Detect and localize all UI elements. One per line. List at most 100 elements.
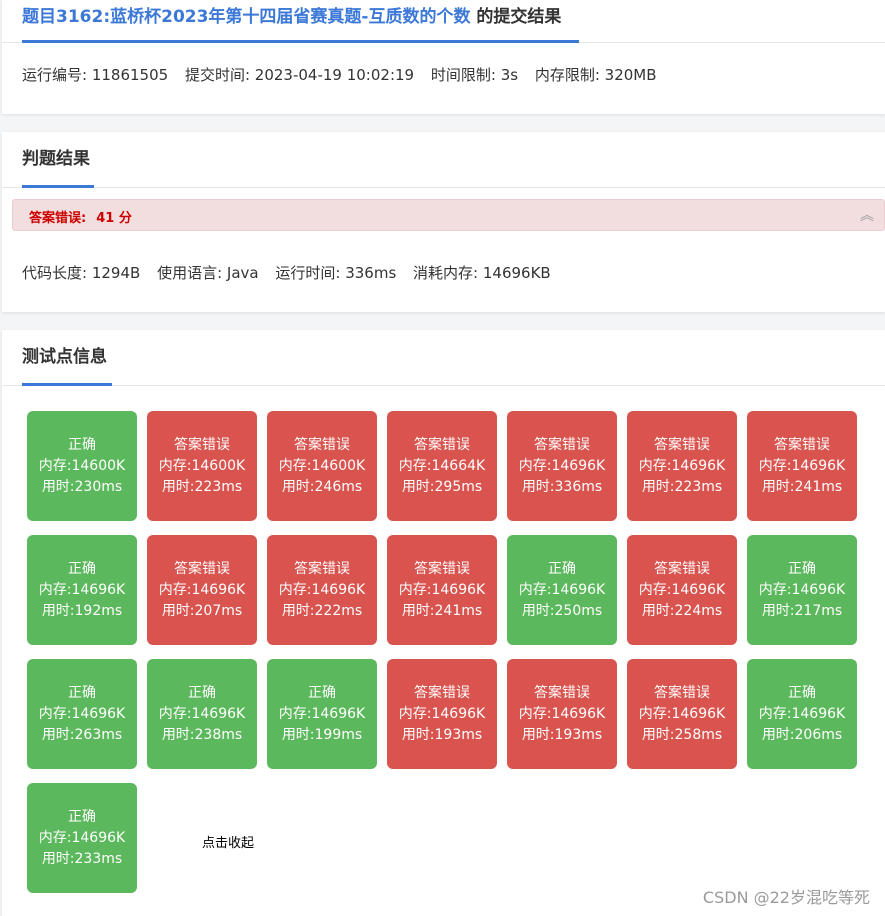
test-case-time: 用时:199ms	[281, 726, 363, 743]
test-case-tile[interactable]: 正确内存:14696K 用时:238ms	[147, 659, 257, 769]
test-case-tile[interactable]: 答案错误 内存:14696K 用时:241ms	[747, 411, 857, 521]
test-case-tile[interactable]: 答案错误内存:14696K 用时:222ms	[267, 535, 377, 645]
test-case-time: 用时:223ms	[161, 478, 243, 495]
test-case-memory: 内存:14696K	[518, 457, 606, 474]
problem-link[interactable]: 题目3162:蓝桥杯2023年第十四届省赛真题-互质数的个数	[22, 7, 470, 27]
test-case-tile[interactable]: 答案错误 内存:14696K 用时:224ms	[627, 535, 737, 645]
test-case-memory: 内存:14696K	[758, 581, 846, 598]
test-case-memory: 内存:14696K	[638, 457, 726, 474]
test-case-time: 用时:193ms	[401, 726, 483, 743]
test-case-time: 用时:207ms	[161, 602, 243, 619]
test-case-tile[interactable]: 正确 内存:14696K 用时:217ms	[747, 535, 857, 645]
test-case-status: 正确	[188, 684, 216, 701]
test-case-status: 答案错误	[534, 436, 590, 453]
test-case-memory: 内存:14696K	[398, 581, 486, 598]
test-case-tile[interactable]: 答案错误 内存:14664K 用时:295ms	[387, 411, 497, 521]
test-case-status: 答案错误	[414, 560, 470, 577]
judge-header: 判题结果	[2, 132, 885, 188]
test-case-memory: 内存:14696K	[518, 581, 606, 598]
test-case-memory: 内存:14696K	[278, 581, 366, 598]
test-case-status: 正确	[308, 684, 336, 701]
test-case-memory: 内存:14696K	[158, 705, 246, 722]
test-case-time: 用时:295ms	[401, 478, 483, 495]
result-bar[interactable]: 答案错误: 41 分 ︽	[12, 199, 885, 231]
test-case-tile[interactable]: 正确内存:14696K 用时:206ms	[747, 659, 857, 769]
time-limit: 时间限制: 3s	[430, 66, 519, 84]
test-case-time: 用时:241ms	[401, 602, 483, 619]
test-case-tile[interactable]: 答案错误内存:14696K 用时:336ms	[507, 411, 617, 521]
result-score: 41 分	[96, 211, 132, 226]
run-time: 运行时间: 336ms	[275, 264, 397, 282]
test-case-tile[interactable]: 答案错误 内存:14600K 用时:246ms	[267, 411, 377, 521]
tests-header: 测试点信息	[2, 330, 885, 386]
judge-info: 代码长度: 1294B 使用语言: Java 运行时间: 336ms 消耗内存:…	[22, 262, 563, 283]
tests-heading: 测试点信息	[22, 347, 107, 367]
test-case-status: 答案错误	[534, 684, 590, 701]
test-case-memory: 内存:14696K	[278, 705, 366, 722]
judge-heading: 判题结果	[22, 149, 90, 169]
result-summary: 答案错误: 41 分	[29, 207, 132, 226]
test-case-tile[interactable]: 正确内存:14696K 用时:250ms	[507, 535, 617, 645]
test-case-tile[interactable]: 答案错误 内存:14696K 用时:193ms	[387, 659, 497, 769]
test-case-tile[interactable]: 正确内存:14696K 用时:263ms	[27, 659, 137, 769]
collapse-link[interactable]: 点击收起	[173, 832, 283, 851]
test-case-tile[interactable]: 正确内存:14696K 用时:199ms	[267, 659, 377, 769]
test-case-status: 答案错误	[174, 436, 230, 453]
double-chevron-up-icon[interactable]: ︽	[860, 205, 874, 225]
test-case-tile[interactable]: 答案错误内存:14696K 用时:241ms	[387, 535, 497, 645]
test-case-status: 正确	[68, 808, 96, 825]
test-case-time: 用时:206ms	[761, 726, 843, 743]
test-case-status: 答案错误	[774, 436, 830, 453]
submission-card: 题目3162:蓝桥杯2023年第十四届省赛真题-互质数的个数 的提交结果 运行编…	[2, 0, 885, 114]
test-case-time: 用时:217ms	[761, 602, 843, 619]
title-underline	[22, 40, 579, 43]
test-case-memory: 内存:14600K	[38, 457, 126, 474]
test-case-memory: 内存:14664K	[398, 457, 486, 474]
test-case-status: 答案错误	[414, 684, 470, 701]
test-case-memory: 内存:14600K	[158, 457, 246, 474]
test-case-time: 用时:192ms	[41, 602, 123, 619]
test-case-tile[interactable]: 答案错误内存:14696K 用时:193ms	[507, 659, 617, 769]
test-case-tile[interactable]: 正确 内存:14696K 用时:233ms	[27, 783, 137, 893]
run-id: 运行编号: 11861505	[22, 66, 169, 84]
test-case-memory: 内存:14696K	[758, 705, 846, 722]
test-case-status: 答案错误	[654, 560, 710, 577]
test-case-time: 用时:250ms	[521, 602, 603, 619]
test-case-tile[interactable]: 正确内存:14696K 用时:192ms	[27, 535, 137, 645]
test-case-status: 正确	[68, 684, 96, 701]
test-case-time: 用时:241ms	[761, 478, 843, 495]
watermark: CSDN @22岁混吃等死	[702, 888, 870, 907]
test-case-time: 用时:263ms	[41, 726, 123, 743]
test-case-time: 用时:222ms	[281, 602, 363, 619]
test-case-memory: 内存:14696K	[38, 705, 126, 722]
test-case-status: 答案错误	[294, 436, 350, 453]
test-case-time: 用时:230ms	[41, 478, 123, 495]
test-case-tile[interactable]: 答案错误 内存:14696K 用时:207ms	[147, 535, 257, 645]
test-case-status: 正确	[548, 560, 576, 577]
test-case-memory: 内存:14696K	[518, 705, 606, 722]
test-case-time: 用时:336ms	[521, 478, 603, 495]
judge-card: 判题结果 答案错误: 41 分 ︽ 代码长度: 1294B 使用语言: Java …	[2, 132, 885, 312]
test-case-tile[interactable]: 答案错误 内存:14696K 用时:258ms	[627, 659, 737, 769]
test-case-status: 正确	[68, 560, 96, 577]
judge-underline	[22, 185, 94, 188]
test-case-tile[interactable]: 答案错误内存:14600K 用时:223ms	[147, 411, 257, 521]
test-case-status: 答案错误	[654, 436, 710, 453]
test-case-memory: 内存:14696K	[38, 829, 126, 846]
test-case-tile[interactable]: 答案错误内存:14696K 用时:223ms	[627, 411, 737, 521]
page-title: 题目3162:蓝桥杯2023年第十四届省赛真题-互质数的个数 的提交结果	[22, 4, 561, 40]
test-case-memory: 内存:14696K	[38, 581, 126, 598]
test-case-status: 答案错误	[294, 560, 350, 577]
title-suffix: 的提交结果	[476, 7, 562, 27]
test-case-time: 用时:238ms	[161, 726, 243, 743]
test-case-status: 正确	[788, 684, 816, 701]
test-case-status: 答案错误	[654, 684, 710, 701]
test-case-status: 正确	[68, 436, 96, 453]
submission-info: 运行编号: 11861505 提交时间: 2023-04-19 10:02:19…	[22, 64, 669, 85]
test-case-time: 用时:224ms	[641, 602, 723, 619]
test-case-tile[interactable]: 正确内存:14600K 用时:230ms	[27, 411, 137, 521]
test-case-time: 用时:223ms	[641, 478, 723, 495]
test-case-time: 用时:193ms	[521, 726, 603, 743]
code-length: 代码长度: 1294B	[22, 264, 141, 282]
test-case-memory: 内存:14696K	[638, 705, 726, 722]
